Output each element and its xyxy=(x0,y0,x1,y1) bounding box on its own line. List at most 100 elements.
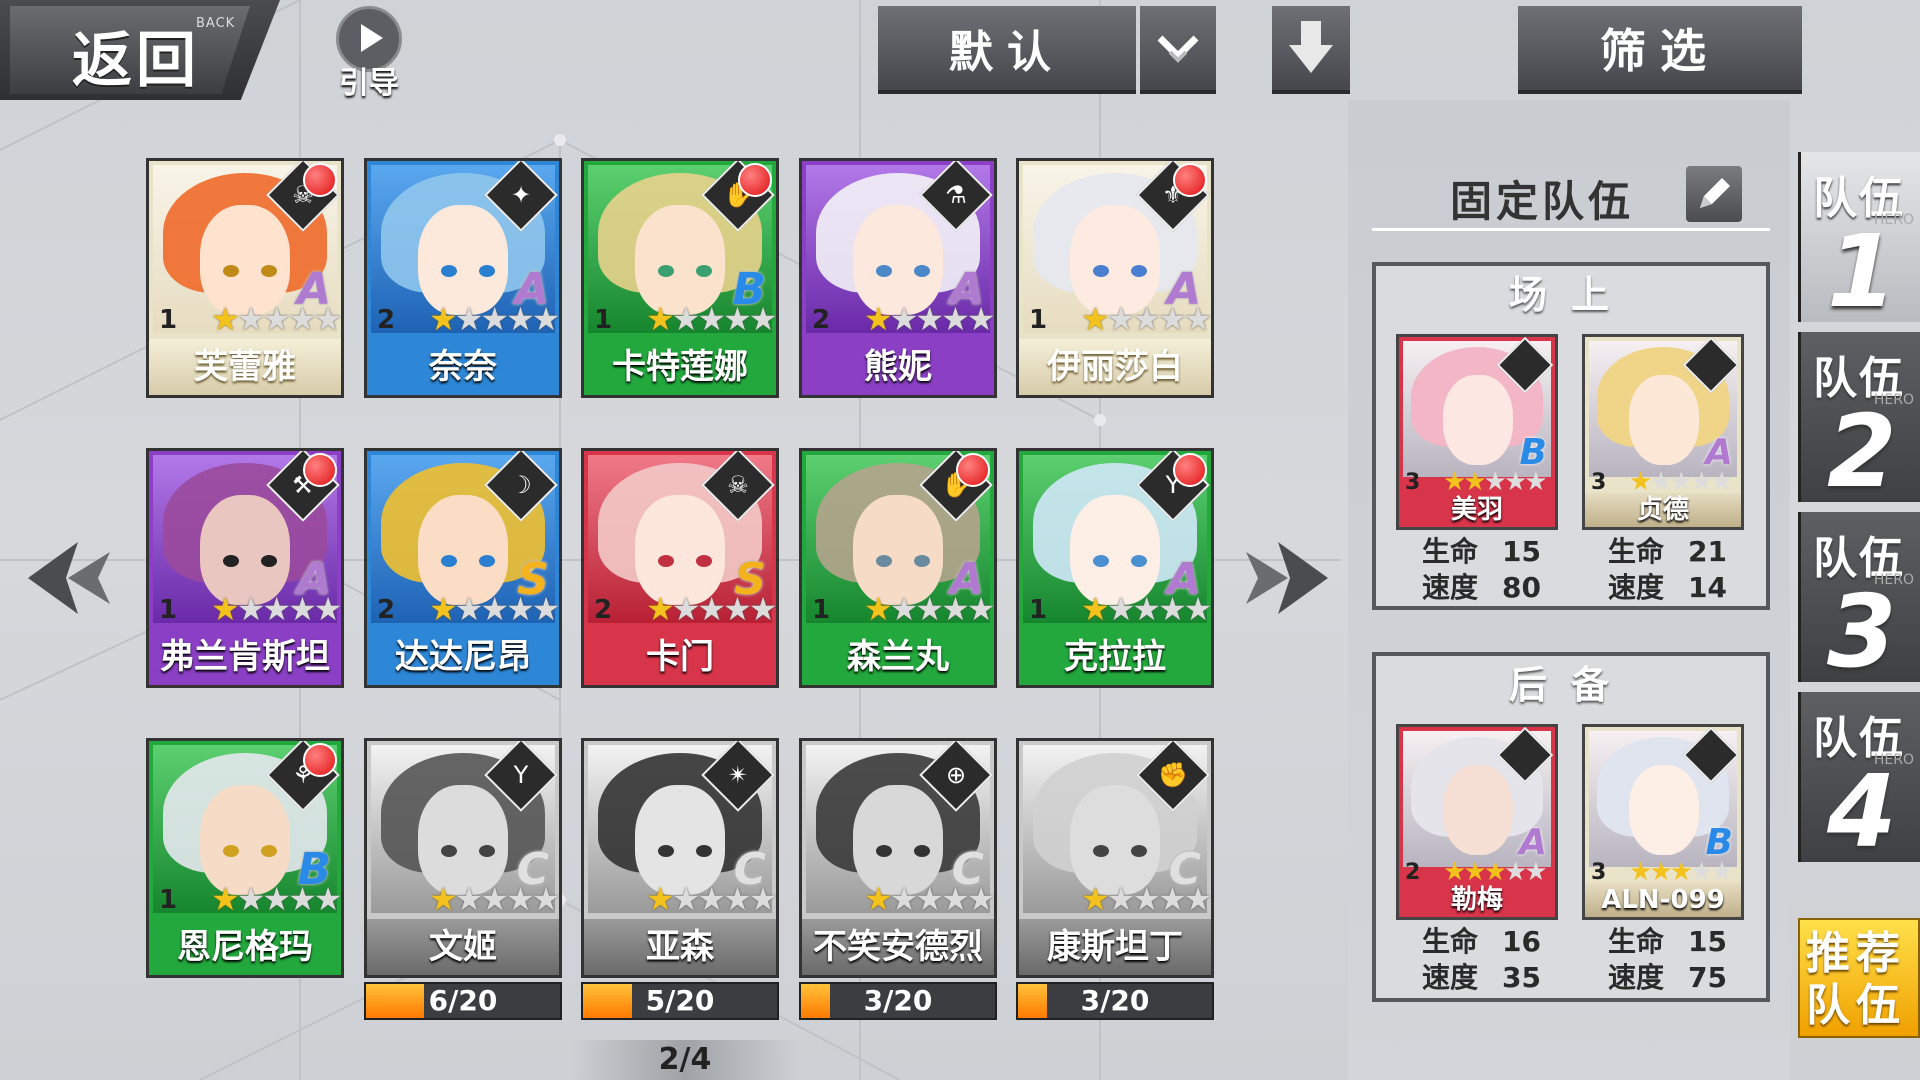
star-icon: ★ xyxy=(723,300,752,338)
hero-face xyxy=(635,205,725,315)
star-icon: ★ xyxy=(288,300,317,338)
star-icon: ★ xyxy=(1132,590,1161,628)
star-icon: ★ xyxy=(1106,590,1136,628)
hero-face xyxy=(1070,785,1160,895)
star-rating: ★★★★★ xyxy=(211,880,341,918)
hero-eye xyxy=(696,845,712,857)
star-rating: ★★★★★ xyxy=(1081,590,1211,628)
prev-page-arrow-icon[interactable] xyxy=(18,528,118,628)
star-icon: ★ xyxy=(646,590,675,628)
hero-card[interactable]: ⚘ B 1 ★★★★★ 恩尼格玛 xyxy=(146,738,344,978)
hero-face xyxy=(853,785,943,895)
team-tab-4[interactable]: 队伍 HERO 4 xyxy=(1798,692,1920,862)
edit-team-button[interactable] xyxy=(1686,166,1742,222)
star-icon: ★ xyxy=(697,300,726,338)
hp-stat: 生命 15 xyxy=(1422,535,1541,568)
hero-level: 3 xyxy=(1405,470,1421,495)
hero-face xyxy=(200,495,290,605)
hero-level: 3 xyxy=(1591,470,1607,495)
hero-name: 美羽 xyxy=(1399,493,1555,527)
team-hero-card[interactable]: A 3 ★★★★★ 贞德 xyxy=(1582,334,1744,530)
team-hero-card[interactable]: B 3 ★★★★★ 美羽 xyxy=(1396,334,1558,530)
hero-card[interactable]: ✴ C ★★★★★ 亚森 xyxy=(581,738,779,978)
hero-card[interactable]: ✦ A 2 ★★★★★ 奈奈 xyxy=(364,158,562,398)
star-icon: ★ xyxy=(864,300,893,338)
star-icon: ★ xyxy=(1158,590,1187,628)
hero-card[interactable]: ⚒ A 1 ★★★★★ 弗兰肯斯坦 xyxy=(146,448,344,688)
star-icon: ★ xyxy=(941,880,970,918)
hero-level: 1 xyxy=(594,305,613,335)
star-icon: ★ xyxy=(211,880,240,918)
hero-name: 达达尼昂 xyxy=(367,629,559,685)
notification-dot xyxy=(738,163,772,197)
star-icon: ★ xyxy=(531,880,559,918)
fragment-count: 3/20 xyxy=(863,984,933,1017)
star-icon: ★ xyxy=(480,590,509,628)
hero-card[interactable]: ✋ A 1 ★★★★★ 森兰丸 xyxy=(799,448,997,688)
filter-button[interactable]: 筛选 xyxy=(1518,6,1802,94)
hero-eye xyxy=(658,555,674,567)
hero-card[interactable]: Y A 1 ★★★★★ 克拉拉 xyxy=(1016,448,1214,688)
hero-level: 2 xyxy=(1405,860,1421,885)
fragment-progress-bar: 3/20 xyxy=(1016,982,1214,1020)
star-icon: ★ xyxy=(480,880,509,918)
hero-card[interactable]: ⊕ C ★★★★★ 不笑安德烈 xyxy=(799,738,997,978)
hero-name: 卡门 xyxy=(584,629,776,685)
hero-name: 奈奈 xyxy=(367,339,559,395)
star-rating: ★★★★★ xyxy=(1081,300,1211,338)
team-tab-number: 3 xyxy=(1827,573,1897,690)
star-rating: ★★★★★ xyxy=(211,300,341,338)
hero-eye xyxy=(441,845,457,857)
hero-card[interactable]: ☽ S 2 ★★★★★ 达达尼昂 xyxy=(364,448,562,688)
hero-card[interactable]: ✋ B 1 ★★★★★ 卡特莲娜 xyxy=(581,158,779,398)
star-icon: ★ xyxy=(262,300,291,338)
recommend-team-button[interactable]: 推荐队伍 xyxy=(1798,918,1920,1038)
fragment-progress-bar: 3/20 xyxy=(799,982,997,1020)
star-rating: ★★★★★ xyxy=(429,880,559,918)
star-icon: ★ xyxy=(889,590,919,628)
hero-level: 2 xyxy=(594,595,613,625)
sort-order-button[interactable] xyxy=(1272,6,1350,94)
back-label: 返回 xyxy=(72,26,200,96)
hero-card[interactable]: ✊ C ★★★★★ 康斯坦丁 xyxy=(1016,738,1214,978)
hero-face xyxy=(200,205,290,315)
team-hero-card[interactable]: A 2 ★★★★★ 勒梅 xyxy=(1396,724,1558,920)
star-icon: ★ xyxy=(506,590,535,628)
hero-eye xyxy=(658,265,674,277)
hero-card[interactable]: Y C ★★★★★ 文姬 xyxy=(364,738,562,978)
star-icon: ★ xyxy=(1158,880,1187,918)
team-tab-2[interactable]: 队伍 HERO 2 xyxy=(1798,332,1920,502)
star-icon: ★ xyxy=(429,590,458,628)
team-tab-1[interactable]: 队伍 HERO 1 xyxy=(1798,152,1920,322)
star-icon: ★ xyxy=(889,300,919,338)
hero-eye xyxy=(1093,265,1109,277)
hero-card[interactable]: ⚜ A 1 ★★★★★ 伊丽莎白 xyxy=(1016,158,1214,398)
hero-card[interactable]: ⚗ A 2 ★★★★★ 熊妮 xyxy=(799,158,997,398)
star-icon: ★ xyxy=(1081,880,1110,918)
star-icon: ★ xyxy=(646,300,675,338)
hero-eye xyxy=(1131,555,1147,567)
hp-stat: 生命 15 xyxy=(1608,925,1727,958)
hero-card[interactable]: ☠ S 2 ★★★★★ 卡门 xyxy=(581,448,779,688)
filter-label: 筛选 xyxy=(1600,24,1720,78)
guide-button[interactable]: 引导 xyxy=(334,6,404,101)
sort-dropdown-button[interactable] xyxy=(1140,6,1216,94)
hero-card[interactable]: ☠ A 1 ★★★★★ 芙蕾雅 xyxy=(146,158,344,398)
hero-level: 1 xyxy=(159,595,178,625)
back-button[interactable]: 返回 BACK xyxy=(0,0,280,100)
hero-level: 2 xyxy=(377,305,396,335)
team-hero-card[interactable]: B 3 ★★★★★ ALN-099 xyxy=(1582,724,1744,920)
next-page-arrow-icon[interactable] xyxy=(1238,528,1338,628)
pencil-icon xyxy=(1700,178,1730,208)
hero-eye xyxy=(261,265,277,277)
star-icon: ★ xyxy=(889,880,919,918)
star-rating: ★★★★★ xyxy=(429,590,559,628)
sort-button[interactable]: 默认 xyxy=(878,6,1136,94)
hero-eye xyxy=(914,265,930,277)
star-icon: ★ xyxy=(454,300,484,338)
team-tab-3[interactable]: 队伍 HERO 3 xyxy=(1798,512,1920,682)
star-icon: ★ xyxy=(1183,300,1211,338)
hero-face xyxy=(418,785,508,895)
hero-face xyxy=(418,205,508,315)
hero-name: 亚森 xyxy=(584,919,776,975)
